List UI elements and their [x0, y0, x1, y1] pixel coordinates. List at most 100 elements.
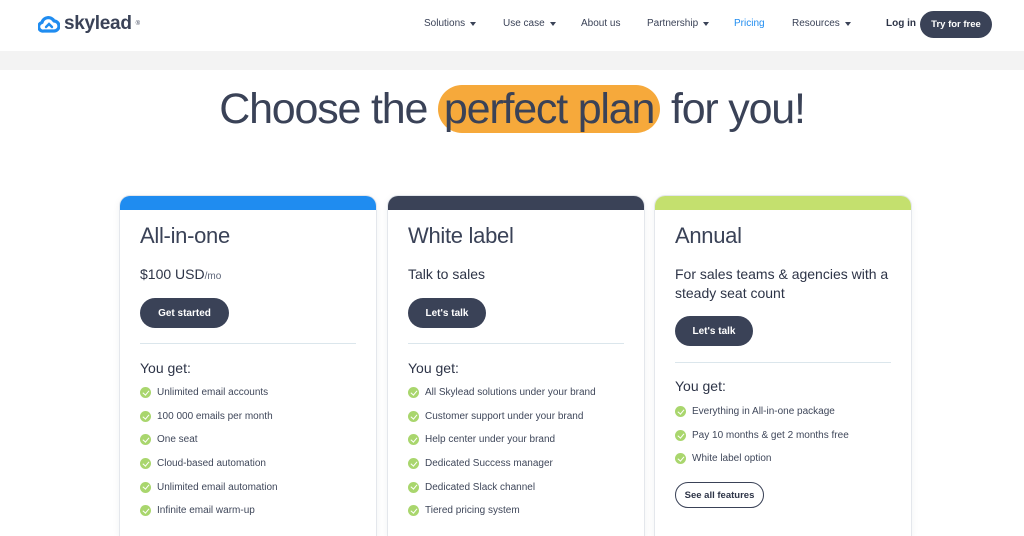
feature-text: Dedicated Slack channel — [425, 481, 536, 493]
list-item: Everything in All-in-one package — [675, 400, 849, 424]
nav-solutions[interactable]: Solutions — [424, 18, 477, 29]
list-item: Unlimited email automation — [140, 475, 278, 499]
you-get-heading: You get: — [675, 378, 726, 394]
nav-resources[interactable]: Resources — [792, 18, 851, 29]
check-icon — [408, 387, 419, 399]
check-icon — [140, 387, 151, 399]
hero-title-before: Choose the — [219, 85, 438, 133]
page-title: Choose the perfect plan for you! — [0, 84, 1024, 134]
you-get-heading: You get: — [408, 360, 459, 376]
list-item: Tiered pricing system — [408, 499, 596, 523]
feature-text: Help center under your brand — [425, 434, 556, 446]
nav-use-case-label: Use case — [503, 18, 545, 29]
try-for-free-button[interactable]: Try for free — [920, 11, 992, 38]
plan-title: All-in-one — [140, 223, 230, 248]
check-icon — [140, 434, 151, 446]
check-icon — [140, 481, 151, 493]
divider — [675, 362, 891, 363]
check-icon — [140, 505, 151, 517]
list-item: Dedicated Success manager — [408, 452, 596, 476]
feature-text: Infinite email warm-up — [157, 505, 255, 517]
brand-logo[interactable]: skylead ® — [38, 13, 140, 35]
list-item: Cloud-based automation — [140, 452, 278, 476]
plan-subtitle: Talk to sales — [408, 266, 486, 282]
feature-text: 100 000 emails per month — [157, 410, 273, 422]
list-item: 100 000 emails per month — [140, 405, 278, 429]
feature-text: One seat — [157, 434, 198, 446]
check-icon — [140, 458, 151, 470]
check-icon — [675, 429, 686, 441]
plan-accent-bar — [120, 196, 376, 210]
nav-pricing[interactable]: Pricing — [734, 18, 765, 29]
feature-list: All Skylead solutions under your brand C… — [408, 381, 596, 523]
divider — [408, 343, 624, 344]
feature-text: All Skylead solutions under your brand — [425, 387, 596, 399]
list-item: All Skylead solutions under your brand — [408, 381, 596, 405]
get-started-button[interactable]: Get started — [140, 298, 229, 328]
nav-partnership[interactable]: Partnership — [647, 18, 710, 29]
brand-name: skylead — [64, 13, 132, 34]
login-link[interactable]: Log in — [886, 18, 916, 29]
check-icon — [675, 453, 686, 465]
list-item: One seat — [140, 428, 278, 452]
nav-resources-label: Resources — [792, 18, 840, 29]
you-get-heading: You get: — [140, 360, 191, 376]
plan-card-annual: Annual For sales teams & agencies with a… — [655, 196, 911, 536]
chevron-down-icon — [470, 21, 477, 26]
check-icon — [408, 434, 419, 446]
plan-subtitle: For sales teams & agencies with a steady… — [675, 266, 889, 301]
feature-text: Unlimited email automation — [157, 481, 278, 493]
feature-list: Unlimited email accounts 100 000 emails … — [140, 381, 278, 523]
nav-about-us[interactable]: About us — [581, 18, 620, 29]
plan-accent-bar — [388, 196, 644, 210]
check-icon — [675, 406, 686, 418]
plan-title: Annual — [675, 223, 742, 248]
divider — [140, 343, 356, 344]
plan-price-amount: $100 USD — [140, 266, 205, 282]
list-item: Unlimited email accounts — [140, 381, 278, 405]
nav-solutions-label: Solutions — [424, 18, 466, 29]
list-item: White label option — [675, 447, 849, 471]
chevron-down-icon — [703, 21, 710, 26]
feature-text: Tiered pricing system — [425, 505, 520, 517]
plan-price: $100 USD/mo — [140, 265, 360, 286]
nav-pricing-label: Pricing — [734, 18, 765, 29]
feature-text: Everything in All-in-one package — [692, 406, 835, 418]
brand-registered-mark: ® — [135, 21, 141, 27]
feature-text: White label option — [692, 453, 772, 465]
header-band — [0, 51, 1024, 70]
plan-card-all-in-one: All-in-one $100 USD/mo Get started You g… — [120, 196, 376, 536]
plan-accent-bar — [655, 196, 911, 210]
feature-text: Dedicated Success manager — [425, 458, 553, 470]
plan-card-white-label: White label Talk to sales Let's talk You… — [388, 196, 644, 536]
chevron-down-icon — [844, 21, 851, 26]
feature-list: Everything in All-in-one package Pay 10 … — [675, 400, 849, 471]
list-item: Infinite email warm-up — [140, 499, 278, 523]
feature-text: Unlimited email accounts — [157, 387, 269, 399]
check-icon — [408, 481, 419, 493]
feature-text: Pay 10 months & get 2 months free — [692, 429, 849, 441]
top-navbar: skylead ® Solutions Use case About us Pa… — [0, 0, 1024, 50]
hero-highlight: perfect plan — [437, 85, 661, 133]
chevron-down-icon — [549, 21, 556, 26]
plan-title: White label — [408, 223, 514, 248]
nav-about-us-label: About us — [581, 18, 621, 29]
check-icon — [408, 458, 419, 470]
feature-text: Cloud-based automation — [157, 458, 266, 470]
lets-talk-button[interactable]: Let's talk — [675, 316, 753, 346]
check-icon — [408, 505, 419, 517]
check-icon — [408, 410, 419, 422]
nav-use-case[interactable]: Use case — [503, 18, 556, 29]
plan-price-unit: /mo — [204, 271, 222, 282]
list-item: Dedicated Slack channel — [408, 475, 596, 499]
list-item: Customer support under your brand — [408, 405, 596, 429]
nav-partnership-label: Partnership — [647, 18, 699, 29]
see-all-features-button[interactable]: See all features — [675, 482, 764, 508]
hero-title-after: for you! — [660, 85, 806, 133]
feature-text: Customer support under your brand — [425, 410, 584, 422]
lets-talk-button[interactable]: Let's talk — [408, 298, 486, 328]
list-item: Help center under your brand — [408, 428, 596, 452]
check-icon — [140, 410, 151, 422]
list-item: Pay 10 months & get 2 months free — [675, 424, 849, 448]
skylead-logo-icon — [38, 16, 60, 33]
